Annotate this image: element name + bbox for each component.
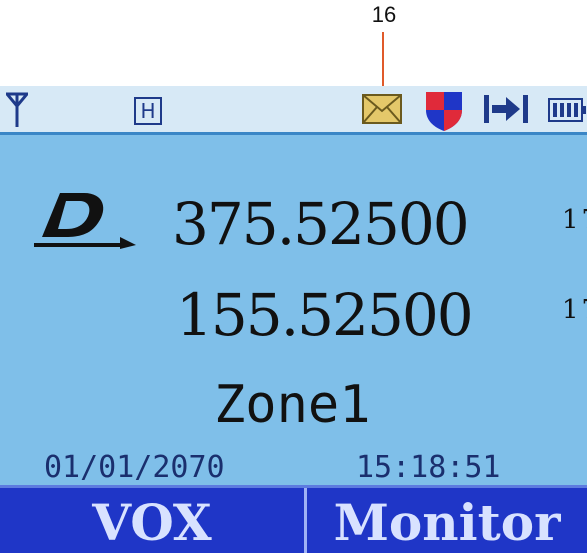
channel-info: 375.52500 17 155.52500 17 Zone1 01/01/20… xyxy=(0,135,587,485)
softkey-bar: VOX Monitor xyxy=(0,485,587,553)
zone-name: Zone1 xyxy=(214,375,371,435)
status-bar: H xyxy=(0,86,587,135)
rx-frequency: 375.52500 xyxy=(172,190,470,258)
forward-arrow-icon xyxy=(482,94,532,128)
monitor-softkey[interactable]: Monitor xyxy=(307,488,587,553)
vox-softkey[interactable]: VOX xyxy=(0,488,304,553)
rx-code: 17 xyxy=(562,205,587,235)
tx-frequency: 155.52500 xyxy=(176,281,474,349)
callout-line xyxy=(382,32,384,92)
date: 01/01/2070 xyxy=(44,450,225,485)
time: 15:18:51 xyxy=(356,450,501,485)
radio-display: H 375.52500 1 155.52500 1 Zone1 01/01/20… xyxy=(0,86,587,553)
tx-code: 17 xyxy=(562,295,587,325)
digital-mode-icon xyxy=(32,189,142,253)
power-level-icon: H xyxy=(134,97,162,125)
antenna-icon xyxy=(3,92,31,132)
encryption-shield-icon xyxy=(424,90,464,136)
callout-number: 16 xyxy=(371,2,397,27)
battery-icon xyxy=(548,98,587,126)
message-icon xyxy=(362,94,402,128)
